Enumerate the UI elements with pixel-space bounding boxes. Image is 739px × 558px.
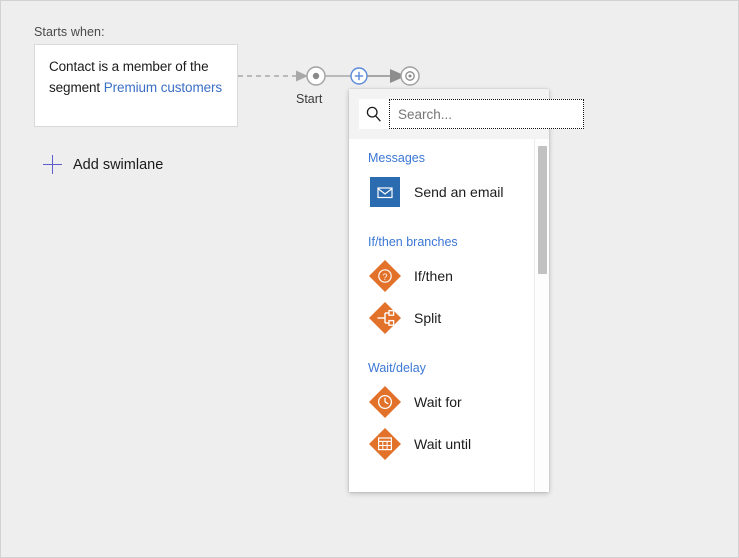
envelope-icon <box>366 173 404 211</box>
action-item-label: Send an email <box>414 184 504 200</box>
action-item-label: Wait until <box>414 436 471 452</box>
add-swimlane-label: Add swimlane <box>73 157 163 173</box>
add-swimlane-button[interactable]: Add swimlane <box>43 155 163 174</box>
calendar-icon <box>366 425 404 463</box>
segment-link[interactable]: Premium customers <box>104 80 222 95</box>
target-circle-dot <box>409 75 412 78</box>
start-node-label: Start <box>296 92 322 106</box>
action-item-label: Split <box>414 310 441 326</box>
panel-list-wrap: Messages Send an email If/then branches <box>349 139 549 492</box>
panel-scrollbar[interactable] <box>534 139 549 492</box>
search-input[interactable] <box>389 99 584 129</box>
journey-canvas: Starts when: Contact is a member of the … <box>0 0 739 558</box>
action-item-if-then[interactable]: ? If/then <box>349 255 534 297</box>
trigger-card-text: Contact is a member of the segment Premi… <box>49 56 223 98</box>
svg-text:?: ? <box>382 272 387 282</box>
trigger-arrowhead-icon <box>296 71 308 82</box>
plus-icon <box>43 155 62 174</box>
group-header-messages: Messages <box>349 151 534 165</box>
question-mark-icon: ? <box>366 257 404 295</box>
action-item-split[interactable]: Split <box>349 297 534 339</box>
search-icon <box>359 99 389 129</box>
action-item-label: Wait for <box>414 394 462 410</box>
trigger-card[interactable]: Contact is a member of the segment Premi… <box>34 44 238 127</box>
group-header-wait-delay: Wait/delay <box>349 361 534 375</box>
split-branch-icon <box>366 299 404 337</box>
action-item-wait-until[interactable]: Wait until <box>349 423 534 465</box>
action-item-send-an-email[interactable]: Send an email <box>349 171 534 213</box>
action-item-wait-for[interactable]: Wait for <box>349 381 534 423</box>
action-list: Messages Send an email If/then branches <box>349 139 534 492</box>
panel-search-row <box>349 89 549 139</box>
action-picker-panel: Messages Send an email If/then branches <box>349 89 549 492</box>
start-circle-inner-icon <box>313 73 319 79</box>
action-item-label: If/then <box>414 268 453 284</box>
clock-icon <box>366 383 404 421</box>
group-header-if-then-branches: If/then branches <box>349 235 534 249</box>
starts-when-label: Starts when: <box>34 25 105 39</box>
panel-scrollbar-thumb[interactable] <box>538 146 547 274</box>
